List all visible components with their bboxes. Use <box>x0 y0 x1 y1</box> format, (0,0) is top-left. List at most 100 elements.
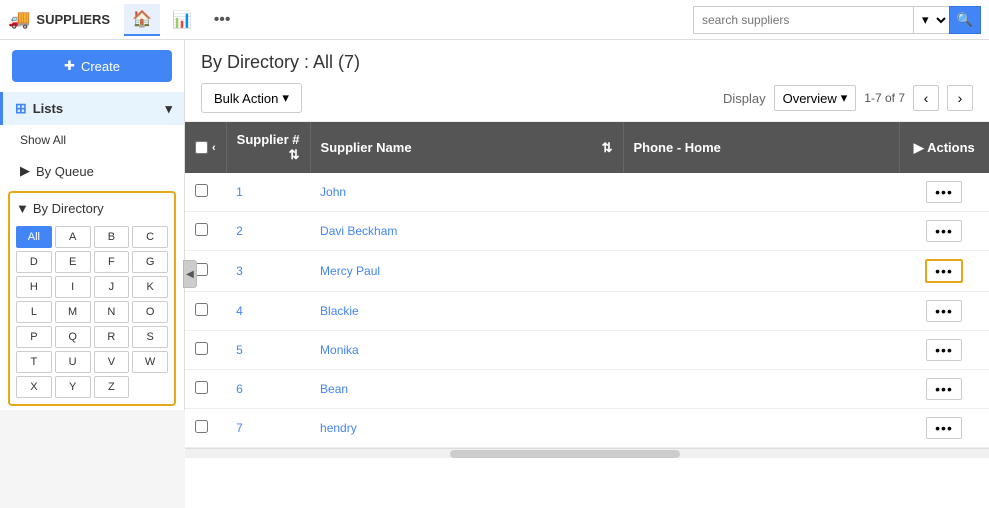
search-dropdown[interactable]: ▾ <box>913 6 949 34</box>
create-button[interactable]: ✚ Create <box>12 50 172 82</box>
th-supplier-name[interactable]: Supplier Name ⇅ <box>310 122 623 173</box>
create-label: Create <box>81 59 120 74</box>
row-supplier-name[interactable]: Mercy Paul <box>310 251 623 292</box>
row-supplier-name[interactable]: Blackie <box>310 292 623 331</box>
row-checkbox-cell <box>185 331 226 370</box>
suppliers-tbody: 1 John ••• 2 Davi Beckham ••• 3 Mercy Pa… <box>185 173 989 448</box>
dir-btn-y[interactable]: Y <box>55 376 91 398</box>
lists-label: Lists <box>33 101 63 116</box>
chevron-down-icon-2: ▼ <box>16 201 29 216</box>
row-checkbox-2[interactable] <box>195 223 208 236</box>
th-supplier-num[interactable]: Supplier # ⇅ <box>226 122 310 173</box>
dir-btn-all[interactable]: All <box>16 226 52 248</box>
next-page-btn[interactable]: › <box>947 85 973 111</box>
dir-btn-w[interactable]: W <box>132 351 168 373</box>
bulk-action-button[interactable]: Bulk Action ▾ <box>201 83 302 113</box>
dir-btn-b[interactable]: B <box>94 226 130 248</box>
brand: 🚚 SUPPLIERS <box>8 9 110 30</box>
row-supplier-name[interactable]: hendry <box>310 409 623 448</box>
main-layout: ✚ Create ⊞ Lists ▾ Show All ▶ By Queue ▼… <box>0 40 989 508</box>
search-btn[interactable]: 🔍 <box>949 6 981 34</box>
search-input[interactable] <box>693 6 913 34</box>
show-all-item[interactable]: Show All <box>0 125 184 155</box>
dir-btn-f[interactable]: F <box>94 251 130 273</box>
dir-btn-z[interactable]: Z <box>94 376 130 398</box>
by-directory-header[interactable]: ▼ By Directory <box>16 199 168 218</box>
dir-btn-a[interactable]: A <box>55 226 91 248</box>
dropdown-arrow-icon: ▾ <box>282 90 289 106</box>
dir-btn-e[interactable]: E <box>55 251 91 273</box>
row-actions-btn-2[interactable]: ••• <box>926 220 962 242</box>
dir-btn-t[interactable]: T <box>16 351 52 373</box>
row-actions-btn-7[interactable]: ••• <box>926 417 962 439</box>
pagination-info: 1-7 of 7 <box>864 91 905 105</box>
row-supplier-num[interactable]: 4 <box>226 292 310 331</box>
arrow-icon: ▶ <box>914 140 924 155</box>
grid-icon: ⊞ <box>15 100 27 117</box>
dir-btn-k[interactable]: K <box>132 276 168 298</box>
dir-btn-m[interactable]: M <box>55 301 91 323</box>
dir-btn-i[interactable]: I <box>55 276 91 298</box>
by-queue-item[interactable]: ▶ By Queue <box>0 155 184 187</box>
top-nav: 🚚 SUPPLIERS 🏠 📊 ••• ▾ 🔍 <box>0 0 989 40</box>
row-supplier-name[interactable]: Davi Beckham <box>310 212 623 251</box>
row-actions-btn-3[interactable]: ••• <box>925 259 963 283</box>
dir-btn-h[interactable]: H <box>16 276 52 298</box>
row-actions-btn-6[interactable]: ••• <box>926 378 962 400</box>
row-checkbox-5[interactable] <box>195 342 208 355</box>
row-actions-cell: ••• <box>899 370 989 409</box>
search-container: ▾ 🔍 <box>693 6 981 34</box>
dir-btn-c[interactable]: C <box>132 226 168 248</box>
dir-btn-o[interactable]: O <box>132 301 168 323</box>
row-checkbox-cell <box>185 173 226 212</box>
row-actions-btn-5[interactable]: ••• <box>926 339 962 361</box>
row-phone <box>623 409 899 448</box>
dir-btn-g[interactable]: G <box>132 251 168 273</box>
row-checkbox-6[interactable] <box>195 381 208 394</box>
row-supplier-name[interactable]: Bean <box>310 370 623 409</box>
row-supplier-num[interactable]: 1 <box>226 173 310 212</box>
sort-icon: ⇅ <box>289 147 300 163</box>
row-checkbox-1[interactable] <box>195 184 208 197</box>
dir-btn-n[interactable]: N <box>94 301 130 323</box>
row-supplier-num[interactable]: 5 <box>226 331 310 370</box>
th-supplier-name-label: Supplier Name <box>321 140 412 155</box>
row-actions-cell: ••• <box>899 292 989 331</box>
display-dropdown[interactable]: Overview ▾ <box>774 85 857 111</box>
dir-btn-v[interactable]: V <box>94 351 130 373</box>
row-actions-btn-1[interactable]: ••• <box>926 181 962 203</box>
dir-btn-d[interactable]: D <box>16 251 52 273</box>
display-label: Display <box>723 91 766 106</box>
row-supplier-num[interactable]: 7 <box>226 409 310 448</box>
toolbar-right: Display Overview ▾ 1-7 of 7 ‹ › <box>723 85 973 111</box>
sidebar-collapse-btn[interactable]: ◀ <box>183 260 197 288</box>
sort-icon-2: ⇅ <box>602 140 613 156</box>
dir-btn-q[interactable]: Q <box>55 326 91 348</box>
prev-page-btn[interactable]: ‹ <box>913 85 939 111</box>
by-queue-label: By Queue <box>36 164 94 179</box>
dir-btn-j[interactable]: J <box>94 276 130 298</box>
table-row: 4 Blackie ••• <box>185 292 989 331</box>
row-supplier-name[interactable]: Monika <box>310 331 623 370</box>
row-supplier-num[interactable]: 2 <box>226 212 310 251</box>
row-supplier-num[interactable]: 6 <box>226 370 310 409</box>
row-actions-btn-4[interactable]: ••• <box>926 300 962 322</box>
more-nav-btn[interactable]: ••• <box>204 4 240 36</box>
th-phone-home[interactable]: Phone - Home <box>623 122 899 173</box>
row-checkbox-7[interactable] <box>195 420 208 433</box>
row-supplier-num[interactable]: 3 <box>226 251 310 292</box>
page-title: By Directory : All (7) <box>201 52 973 73</box>
home-nav-btn[interactable]: 🏠 <box>124 4 160 36</box>
lists-toggle[interactable]: ⊞ Lists ▾ <box>0 92 184 125</box>
dir-btn-l[interactable]: L <box>16 301 52 323</box>
row-checkbox-4[interactable] <box>195 303 208 316</box>
dir-btn-x[interactable]: X <box>16 376 52 398</box>
chart-nav-btn[interactable]: 📊 <box>164 4 200 36</box>
select-all-checkbox[interactable] <box>195 141 208 154</box>
dir-btn-u[interactable]: U <box>55 351 91 373</box>
dir-btn-r[interactable]: R <box>94 326 130 348</box>
row-supplier-name[interactable]: John <box>310 173 623 212</box>
dir-btn-s[interactable]: S <box>132 326 168 348</box>
dir-btn-p[interactable]: P <box>16 326 52 348</box>
scrollbar-area[interactable] <box>185 448 989 458</box>
